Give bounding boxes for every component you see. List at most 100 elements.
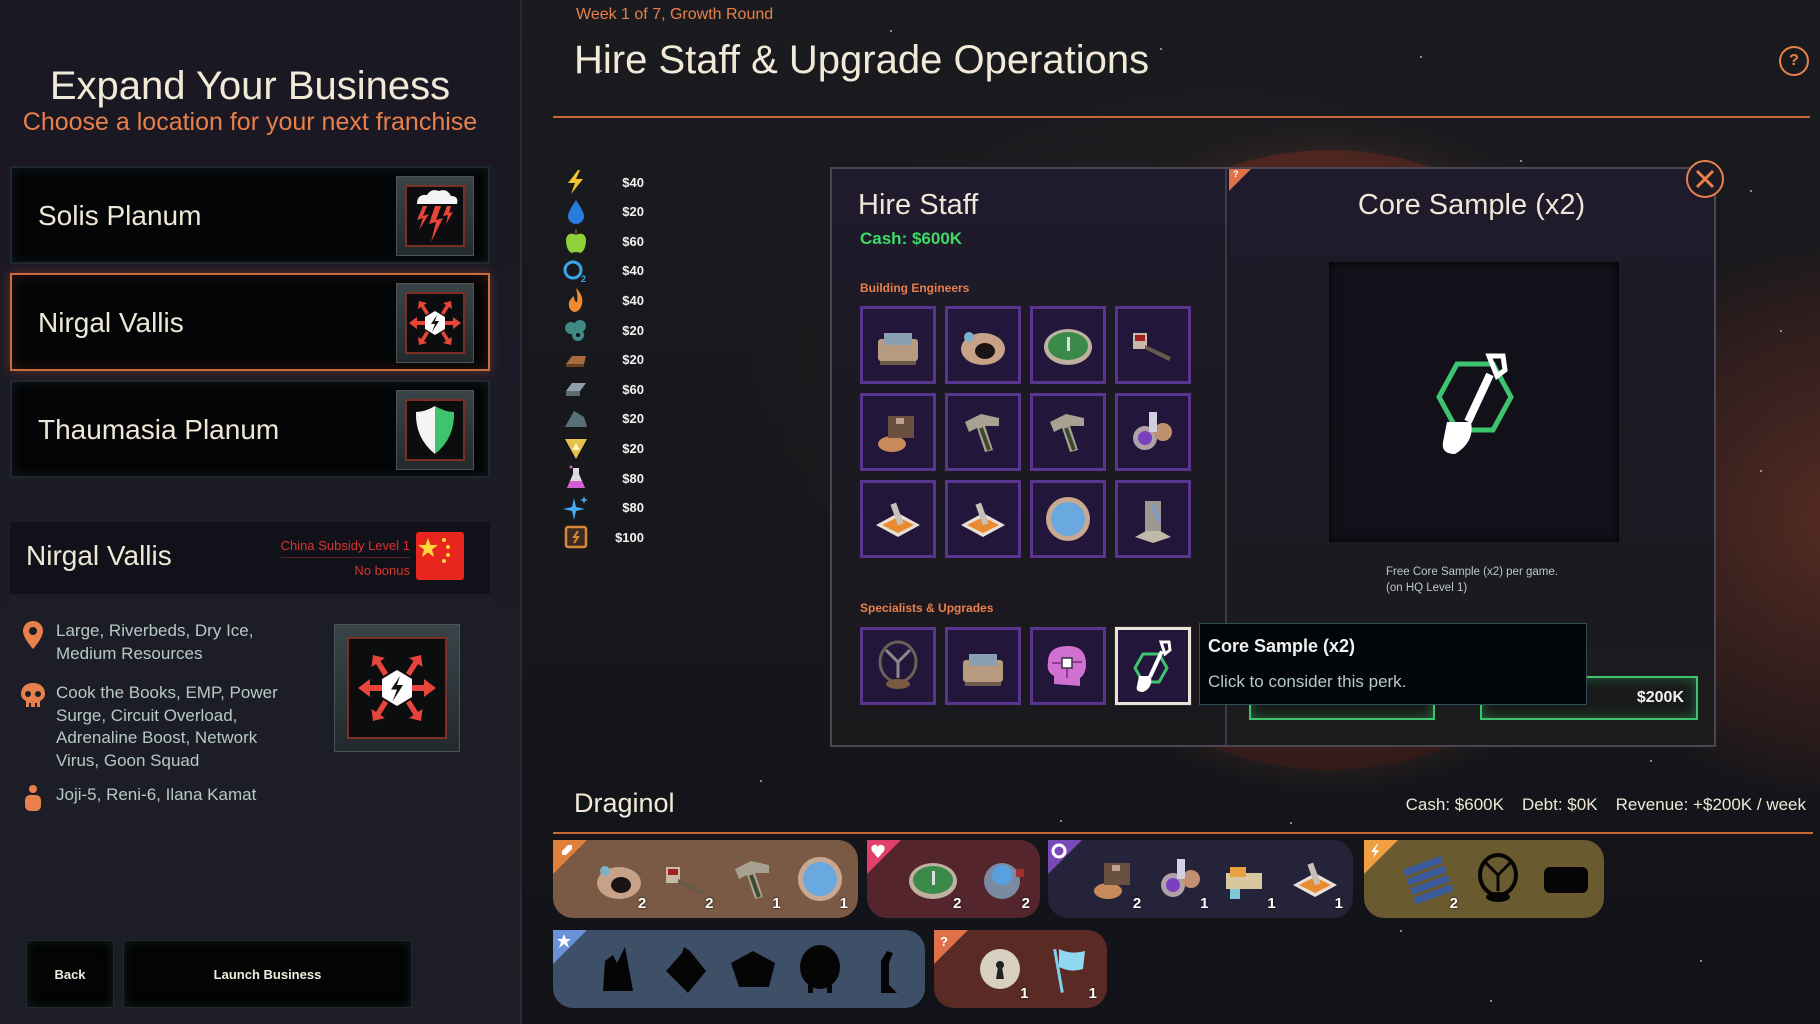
inventory-group: ? 1 1: [934, 930, 1107, 1008]
location-info-header: Nirgal Vallis China Subsidy Level 1 No b…: [10, 522, 490, 594]
inventory-item-pentagon-silhouette[interactable]: [723, 934, 782, 1004]
inventory-item-supply-depot[interactable]: 1: [1219, 844, 1278, 914]
resource-price: $20: [622, 352, 644, 368]
panel-subtitle: Choose a location for your next franchis…: [22, 108, 478, 136]
star: [1160, 48, 1162, 50]
engineer-tile-laser-tower[interactable]: [1115, 480, 1191, 558]
location-name: Nirgal Vallis: [38, 307, 184, 338]
inventory-item-drill-rig[interactable]: 2: [656, 844, 715, 914]
item-count: 1: [1088, 985, 1097, 1002]
question-icon: ?: [1789, 52, 1799, 69]
engineer-tile-ramp-factory[interactable]: [945, 393, 1021, 471]
inventory-item-excavation-pit[interactable]: 2: [589, 844, 648, 914]
inventory-item-plasma-reactor[interactable]: 2: [972, 844, 1033, 914]
ramp-factory-icon: [1040, 404, 1096, 460]
location-card-nirgal-vallis[interactable]: Nirgal Vallis: [10, 273, 490, 371]
ramp-factory-icon: [955, 404, 1011, 460]
solar-dome-icon: [1040, 491, 1096, 547]
heart-icon: [871, 844, 885, 858]
star: [1760, 470, 1762, 472]
perk-description-line: Free Core Sample (x2) per game.: [1386, 566, 1558, 578]
power-surge-icon: [358, 655, 436, 721]
inventory-item-solar-panels[interactable]: 2: [1400, 844, 1460, 914]
inventory-item-farm-dome[interactable]: 2: [903, 844, 964, 914]
core-sample-icon: [1125, 638, 1181, 694]
resource-price: $40: [622, 263, 644, 279]
resource-price-row: $40: [562, 286, 644, 314]
crane-silhouette-icon: [859, 941, 915, 997]
inventory-item-crane-silhouette[interactable]: [858, 934, 917, 1004]
inventory-items: 2: [1400, 840, 1596, 918]
specialist-tile-generator-building[interactable]: [945, 627, 1021, 705]
generator-building-icon: [870, 317, 926, 373]
resource-price-row: 2 $40: [562, 257, 644, 285]
inventory-item-landing-pad[interactable]: 1: [1286, 844, 1345, 914]
rock-icon: [562, 406, 590, 432]
specialist-tile-gyroscope-turbine[interactable]: [860, 627, 936, 705]
inventory-item-tower-silhouette[interactable]: [589, 934, 648, 1004]
close-dialog-button[interactable]: [1686, 160, 1724, 198]
specialist-tile-brain-chip[interactable]: [1030, 627, 1106, 705]
engineer-tile-solar-dome[interactable]: [1030, 480, 1106, 558]
hire-staff-title: Hire Staff: [858, 189, 979, 221]
resource-price: $40: [622, 174, 644, 190]
engineer-tile-farm-dome[interactable]: [1030, 306, 1106, 384]
perk-help-corner[interactable]: ?: [1229, 169, 1251, 191]
specialist-tile-core-sample[interactable]: [1114, 626, 1192, 706]
engineer-tile-reactor-complex[interactable]: [1115, 393, 1191, 471]
tooltip-title: Core Sample (x2): [1208, 636, 1356, 656]
resource-price-row: $20: [562, 405, 644, 433]
inventory-item-flag[interactable]: 1: [1039, 934, 1100, 1004]
location-name: Thaumasia Planum: [38, 414, 280, 445]
inventory-item-block-silhouette[interactable]: [656, 934, 715, 1004]
location-card-thaumasia-planum[interactable]: Thaumasia Planum: [10, 380, 490, 478]
resource-price: $60: [622, 381, 644, 397]
close-icon: [1695, 169, 1715, 189]
company-debt: Debt: $0K: [1521, 795, 1598, 814]
star: [890, 30, 892, 32]
perk-requirement-line: (on HQ Level 1): [1386, 582, 1468, 594]
star: [1400, 930, 1402, 932]
page-title: Hire Staff & Upgrade Operations: [574, 38, 1150, 82]
resource-price: $20: [622, 204, 644, 220]
item-count: 2: [1449, 895, 1458, 912]
engineer-tile-ramp-factory[interactable]: [1030, 393, 1106, 471]
resource-price-row: $60: [562, 375, 644, 403]
perk-description: Free Core Sample (x2) per game. (on HQ L…: [1386, 564, 1558, 596]
location-info-panel: Nirgal Vallis China Subsidy Level 1 No b…: [10, 522, 490, 1000]
subsidy-bonus: No bonus: [354, 563, 410, 578]
inventory-item-dome-silhouette[interactable]: [791, 934, 850, 1004]
perk-tooltip: Core Sample (x2) Click to consider this …: [1199, 623, 1587, 705]
generator-building-icon: [955, 638, 1011, 694]
back-button[interactable]: Back: [26, 940, 114, 1008]
lightning-icon: [1371, 844, 1379, 858]
panel-title: Expand Your Business: [49, 64, 451, 108]
location-pin-icon: [20, 620, 46, 665]
engineer-tile-refinery-machine[interactable]: [860, 393, 936, 471]
inventory-item-keyhole-gear[interactable]: 1: [970, 934, 1031, 1004]
engineer-tile-landing-pad[interactable]: [860, 480, 936, 558]
inventory-item-refinery-machine[interactable]: 2: [1084, 844, 1143, 914]
perk-image: [1329, 262, 1619, 542]
block-silhouette-icon: [658, 941, 714, 997]
terrain-text: Large, Riverbeds, Dry Ice, Medium Resour…: [56, 621, 254, 663]
inventory-group: 2 2 1 1: [553, 840, 858, 918]
inventory-item-ramp-factory[interactable]: 1: [724, 844, 783, 914]
inventory-item-solar-dome[interactable]: 1: [791, 844, 850, 914]
core-sample-icon: [1436, 353, 1514, 454]
inventory-item-generator-silhouette[interactable]: [1536, 844, 1596, 914]
item-count: 1: [772, 895, 781, 912]
location-card-solis-planum[interactable]: Solis Planum: [10, 166, 490, 264]
engineer-tile-excavation-pit[interactable]: [945, 306, 1021, 384]
help-button[interactable]: ?: [1779, 46, 1809, 76]
item-count: 2: [637, 895, 647, 912]
landing-pad-icon: [955, 491, 1011, 547]
launch-business-button[interactable]: Launch Business: [123, 940, 412, 1008]
pentagon-silhouette-icon: [725, 941, 781, 997]
inventory-item-gyroscope-silhouette[interactable]: [1468, 844, 1528, 914]
engineer-tile-landing-pad[interactable]: [945, 480, 1021, 558]
engineer-tile-generator-building[interactable]: [860, 306, 936, 384]
engineer-tile-drill-rig[interactable]: [1115, 306, 1191, 384]
reactor-complex-icon: [1125, 404, 1181, 460]
inventory-item-reactor-complex[interactable]: 1: [1151, 844, 1210, 914]
